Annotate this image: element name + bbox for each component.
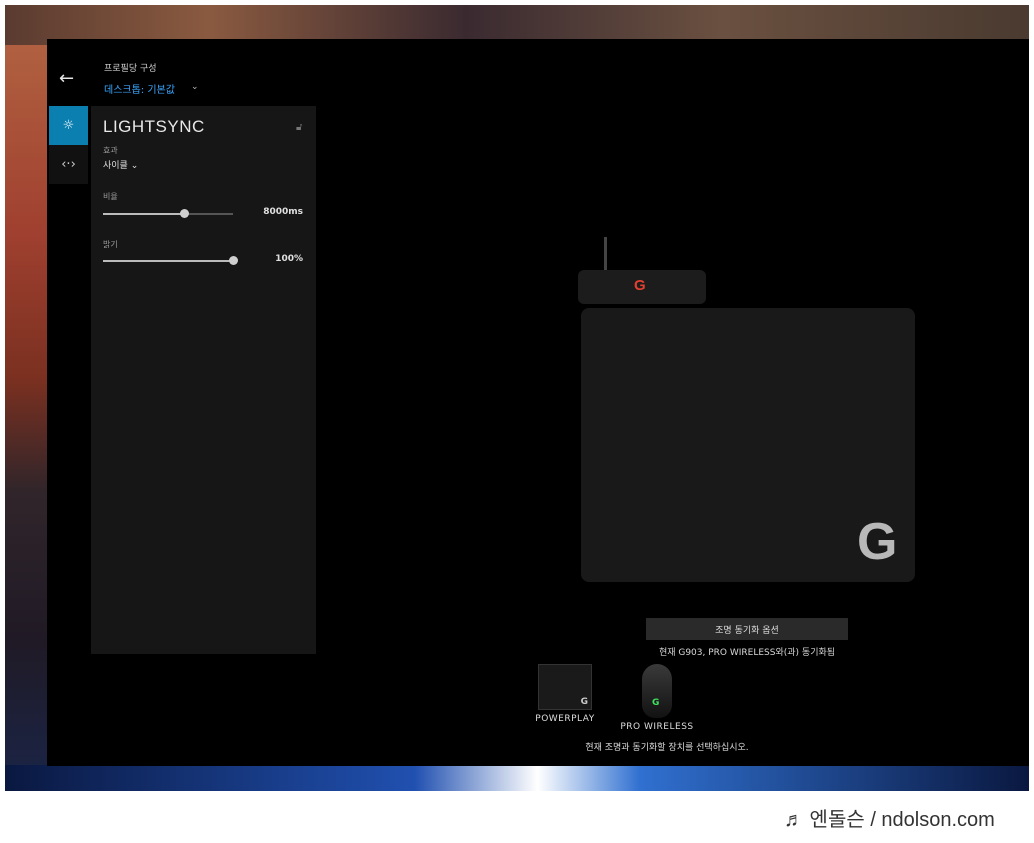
effect-value: 사이클	[103, 161, 128, 171]
rate-slider-knob[interactable]	[179, 209, 189, 218]
brightness-value: 100%	[275, 254, 303, 264]
hub-cable	[604, 237, 607, 271]
watermark: ♬ 엔돌슨 / ndolson.com	[784, 809, 995, 831]
mouse-thumbnail: G	[642, 664, 672, 718]
logitech-g-logo-icon: G	[580, 697, 588, 707]
device-name: POWERPLAY	[535, 714, 595, 724]
rate-slider[interactable]	[103, 209, 233, 218]
powerplay-hub[interactable]: G	[578, 270, 706, 304]
logitech-g-logo-icon: G	[634, 277, 646, 294]
sync-status-text: 현재 G903, PRO WIRELESS와(과) 동기화됨	[658, 648, 836, 658]
effect-dropdown[interactable]: 사이클 ⌄	[103, 158, 138, 171]
effect-label: 효과	[103, 146, 118, 155]
back-arrow-icon[interactable]: ←	[59, 69, 79, 89]
profile-label: 프로필당 구성	[104, 64, 157, 74]
app-window: ← 프로필당 구성 데스크톱: 기본값 ⌄ ☼ ‹·› LIGHTSYNC 🔓︎…	[47, 39, 1029, 766]
background-glow	[5, 765, 1029, 791]
brightness-slider-fill	[103, 260, 233, 262]
rate-value: 8000ms	[263, 207, 303, 217]
lock-icon[interactable]: 🔓︎	[296, 122, 302, 133]
rate-slider-fill	[103, 213, 184, 215]
nav-lighting-button[interactable]: ☼	[49, 106, 88, 145]
device-name: PRO WIRELESS	[620, 722, 694, 732]
chevron-down-icon[interactable]: ⌄	[191, 82, 199, 92]
chevron-down-icon: ⌄	[130, 161, 139, 171]
device-pro-wireless[interactable]: G PRO WIRELESS	[617, 664, 697, 732]
brightness-label: 밝기	[103, 240, 118, 249]
device-select-instruction: 현재 조명과 동기화할 장치를 선택하십시오.	[585, 743, 749, 753]
logitech-g-logo-icon: G	[652, 698, 660, 708]
nav-assignments-button[interactable]: ‹·›	[49, 145, 88, 184]
background-left-strip	[5, 45, 47, 791]
logitech-g-logo-icon: G	[857, 513, 898, 571]
side-nav: ☼ ‹·›	[49, 106, 88, 184]
rate-label: 비율	[103, 192, 118, 201]
panel-title: LIGHTSYNC	[103, 117, 205, 136]
brightness-slider-knob[interactable]	[229, 256, 238, 265]
arrows-icon: ‹·›	[61, 157, 76, 172]
device-powerplay[interactable]: G POWERPLAY	[525, 664, 605, 724]
lightsync-panel: LIGHTSYNC 🔓︎ 효과 사이클 ⌄ 비율 8000ms 밝기 100%	[91, 106, 316, 654]
lighting-sync-options-button[interactable]: 조명 동기화 옵션	[646, 618, 848, 640]
powerplay-thumbnail: G	[538, 664, 592, 710]
brightness-slider[interactable]	[103, 256, 238, 265]
sun-icon: ☼	[62, 118, 75, 133]
profile-selector[interactable]: 데스크톱: 기본값	[104, 81, 175, 96]
powerplay-mousepad[interactable]: G	[581, 308, 915, 582]
